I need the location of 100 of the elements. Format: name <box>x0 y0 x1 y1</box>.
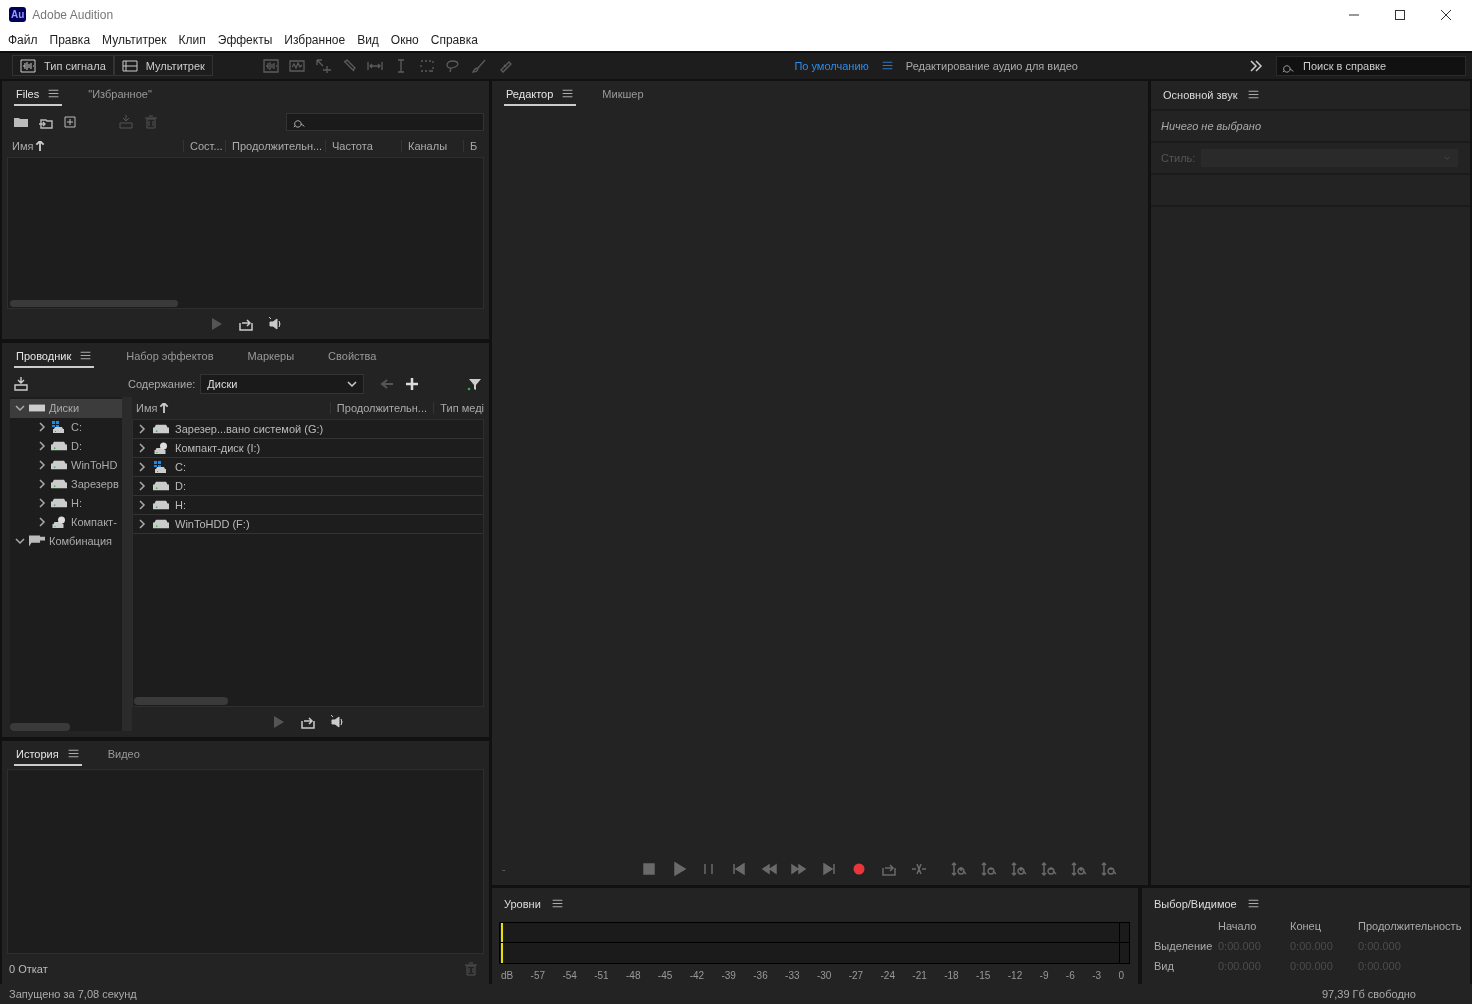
trash-icon[interactable] <box>463 961 479 977</box>
menu-item[interactable]: Правка <box>49 33 91 48</box>
zoom-in-icon[interactable] <box>1070 860 1087 877</box>
panel-tab[interactable]: Редактор <box>504 83 577 107</box>
spectral-view-icon[interactable] <box>288 57 305 74</box>
download-icon[interactable] <box>13 375 29 392</box>
content-dropdown[interactable]: Диски <box>200 373 365 394</box>
tree-item[interactable]: Комбинация <box>10 531 122 551</box>
help-search-field[interactable]: Поиск в справке <box>1276 55 1466 76</box>
zoom-in-icon[interactable] <box>950 860 967 877</box>
expand-icon[interactable] <box>37 517 47 528</box>
expand-icon[interactable] <box>137 480 147 491</box>
column-header[interactable]: Имя <box>2 139 184 152</box>
panel-tab[interactable]: История <box>14 743 82 767</box>
menu-item[interactable]: Избранное <box>284 33 346 48</box>
expand-icon[interactable] <box>137 442 147 453</box>
expand-icon[interactable] <box>137 499 147 510</box>
drive-name[interactable]: WinToHDD (F:) <box>175 517 250 530</box>
skip-forward-icon[interactable] <box>820 860 837 877</box>
panel-title[interactable]: Уровни <box>504 897 541 910</box>
mode-button[interactable]: Мультитрек <box>113 55 213 77</box>
panel-tab[interactable]: Набор эффектов <box>124 345 216 368</box>
column-header[interactable]: Тип меді <box>434 401 484 414</box>
panel-tab[interactable]: Проводник <box>14 345 95 369</box>
trash-icon[interactable] <box>143 113 159 130</box>
workspace-tab[interactable]: По умолчанию <box>794 59 869 72</box>
panel-tab[interactable]: Маркеры <box>245 345 297 368</box>
speaker-icon[interactable] <box>267 315 284 332</box>
tree-item[interactable]: Диски <box>10 398 122 418</box>
panel-tab[interactable]: Files <box>14 83 63 107</box>
lasso-icon[interactable] <box>444 57 461 74</box>
close-icon[interactable] <box>1440 9 1452 21</box>
tree-item[interactable]: H: <box>10 493 122 513</box>
zoom-in-icon[interactable] <box>1010 860 1027 877</box>
panel-title[interactable]: Выбор/Видимое <box>1154 897 1237 910</box>
maximize-icon[interactable] <box>1394 9 1406 21</box>
panel-tab[interactable]: Свойства <box>326 345 379 368</box>
drive-name[interactable]: Зарезер...вано системой (G:) <box>175 422 324 435</box>
collapse-icon[interactable] <box>15 403 25 414</box>
column-header[interactable]: Продолжительн... <box>330 401 435 414</box>
panel-title[interactable]: Основной звук <box>1163 88 1238 101</box>
add-icon[interactable] <box>404 375 421 392</box>
menu-item[interactable]: Файл <box>8 33 38 48</box>
expand-icon[interactable] <box>37 422 47 433</box>
time-display: - <box>502 862 506 875</box>
menu-item[interactable]: Клип <box>178 33 206 48</box>
column-header[interactable]: Б <box>464 139 478 152</box>
expand-icon[interactable] <box>137 518 147 529</box>
drive-name[interactable]: D: <box>175 479 186 492</box>
zoom-out-icon[interactable] <box>1040 860 1057 877</box>
drive-name[interactable]: H: <box>175 498 186 511</box>
drive-icon <box>51 478 67 491</box>
scrollbar[interactable] <box>10 299 178 307</box>
drive-name[interactable]: Компакт-диск (I:) <box>175 441 261 454</box>
marquee-icon[interactable] <box>418 57 435 74</box>
expand-icon[interactable] <box>37 460 47 471</box>
zoom-out-icon[interactable] <box>980 860 997 877</box>
menu-item[interactable]: Мультитрек <box>102 33 167 48</box>
menu-item[interactable]: Справка <box>430 33 478 48</box>
expand-icon[interactable] <box>37 498 47 509</box>
menu-item[interactable]: Вид <box>357 33 379 48</box>
menu-item[interactable]: Эффекты <box>217 33 273 48</box>
new-file-icon[interactable] <box>63 113 79 130</box>
scrollbar[interactable] <box>134 696 228 705</box>
collapse-icon[interactable] <box>15 536 25 547</box>
zoom-out-icon[interactable] <box>1100 860 1117 877</box>
search-field[interactable] <box>286 112 484 131</box>
column-header[interactable]: Частота <box>326 139 402 152</box>
drive-name[interactable]: C: <box>175 460 186 473</box>
menu-item[interactable]: Окно <box>390 33 419 48</box>
insert-icon[interactable] <box>118 113 134 130</box>
expand-icon[interactable] <box>37 479 47 490</box>
brush-icon[interactable] <box>470 57 487 74</box>
window-title: Adobe Audition <box>32 8 114 22</box>
tree-item[interactable]: Зарезерв <box>10 474 122 494</box>
panel-tab[interactable]: Видео <box>105 743 142 766</box>
column-header: Продолжительность <box>1358 919 1463 932</box>
column-header[interactable]: Имя <box>132 401 331 414</box>
mode-button[interactable]: Тип сигнала <box>12 55 114 77</box>
scale-label: -30 <box>816 969 832 981</box>
tree-item[interactable]: D: <box>10 436 122 456</box>
skip-back-icon[interactable] <box>730 860 747 877</box>
column-header[interactable]: Сост... <box>184 139 226 152</box>
speaker-icon[interactable] <box>330 713 346 730</box>
stop-icon[interactable] <box>640 860 657 877</box>
overflow-icon[interactable] <box>1248 57 1264 74</box>
expand-icon[interactable] <box>137 461 147 472</box>
tree-item[interactable]: WinToHD <box>10 455 122 475</box>
column-header[interactable]: Продолжительн... <box>226 139 326 152</box>
panel-tab[interactable]: "Избранное" <box>86 83 154 106</box>
waveform-view-icon[interactable] <box>262 57 279 74</box>
expand-icon[interactable] <box>37 441 47 452</box>
tree-item[interactable]: C: <box>10 417 122 437</box>
panel-tab[interactable]: Микшер <box>600 83 646 106</box>
expand-icon[interactable] <box>137 423 147 434</box>
tree-item[interactable]: Компакт- <box>10 512 122 532</box>
move-tool-icon[interactable] <box>314 57 331 74</box>
workspace-tab[interactable]: Редактирование аудио для видео <box>905 59 1078 72</box>
scrollbar[interactable] <box>10 722 70 731</box>
column-header[interactable]: Каналы <box>402 139 464 152</box>
